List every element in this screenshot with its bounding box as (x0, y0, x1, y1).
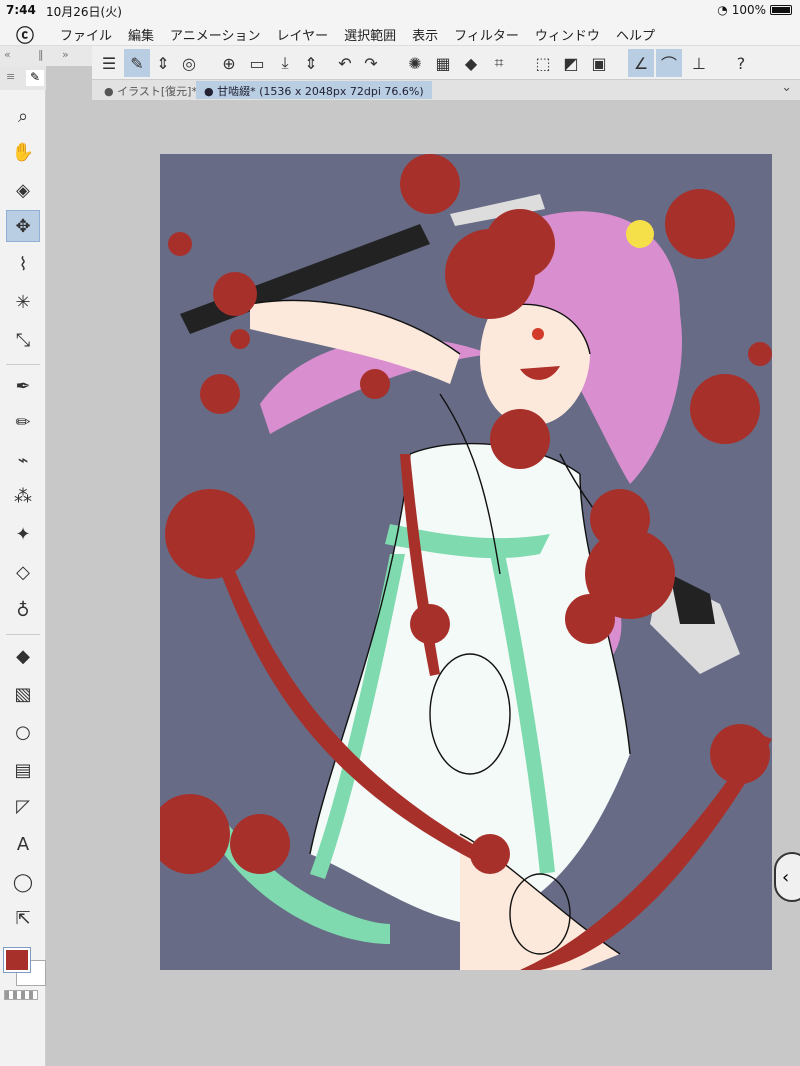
app-logo-icon[interactable]: ⓒ (16, 22, 34, 48)
eyedropper-icon[interactable]: ⤡ (6, 324, 40, 356)
transform-icon[interactable]: ⌗ (486, 49, 512, 77)
menu-animation[interactable]: アニメーション (170, 25, 260, 44)
drawing-canvas[interactable] (160, 154, 772, 970)
eye (532, 328, 544, 340)
gradient-icon[interactable]: ▧ (6, 678, 40, 710)
orientation-lock-icon: ◔ (717, 3, 728, 17)
layer-move-icon[interactable]: ◈ (6, 174, 40, 206)
clear-icon[interactable]: ▦ (430, 49, 456, 77)
pen-icon[interactable]: ✎ (26, 70, 44, 86)
object-icon[interactable]: ⇱ (6, 902, 40, 934)
lasso-icon[interactable]: ⌇ (6, 248, 40, 280)
status-bar: 7:44 10月26日(火) ◔ 100% (0, 0, 800, 20)
transparent-color-swatch[interactable] (4, 990, 38, 1000)
fill-icon[interactable]: ◆ (458, 49, 484, 77)
menu-bar: ⓒ ファイル 編集 アニメーション レイヤー 選択範囲 表示 フィルター ウィン… (0, 20, 800, 48)
tool-panel: ≡ ✎ ⌕ ✋ ◈ ✥ ⌇ ✳ ⤡ ✒ ✏ ⌁ ⁂ ✦ ◇ ♁ ◆ ▧ ○ ▤ … (0, 66, 46, 1066)
help-icon[interactable]: ? (728, 49, 754, 77)
eraser-icon[interactable]: ◇ (6, 556, 40, 588)
menu-help[interactable]: ヘルプ (616, 25, 655, 44)
battery-percent: 100% (731, 3, 766, 17)
side-panel-handle[interactable]: ‹ (774, 852, 800, 902)
magic-wand-icon[interactable]: ✳ (6, 286, 40, 318)
grip-icon[interactable]: ‖ (38, 48, 44, 61)
deselect-icon[interactable]: ⬚ (530, 49, 556, 77)
zoom-icon[interactable]: ⌕ (6, 100, 40, 132)
fill-icon[interactable]: ◆ (6, 640, 40, 672)
command-bar: ☰ ✎ ⇕ ◎ ⊕ ▭ ⤓ ⇕ ↶ ↷ ✺ ▦ ◆ ⌗ ⬚ ◩ ▣ ∠ ⌒ ⊥ … (92, 46, 800, 80)
loading-icon[interactable]: ✺ (402, 49, 428, 77)
artwork (160, 154, 772, 970)
chevron-updown-icon[interactable]: ⇕ (150, 49, 176, 77)
brush-icon[interactable]: ⌁ (6, 444, 40, 476)
airbrush-icon[interactable]: ⁂ (6, 480, 40, 512)
redo-icon[interactable]: ↷ (358, 49, 384, 77)
tab-active-canvas[interactable]: ● 甘啮綴* (1536 x 2048px 72dpi 76.6%) (196, 81, 432, 99)
save-icon[interactable]: ⤓ (272, 49, 298, 77)
menu-edit[interactable]: 編集 (128, 25, 154, 44)
grid-snap-icon[interactable]: ⊥ (686, 49, 712, 77)
menu-file[interactable]: ファイル (60, 25, 112, 44)
pencil-icon[interactable]: ✏ (6, 406, 40, 438)
clip-logo-icon[interactable]: ◎ (176, 49, 202, 77)
blend-icon[interactable]: ♁ (6, 594, 40, 626)
divider (6, 364, 40, 365)
balloon-icon[interactable]: ◯ (6, 866, 40, 898)
menu-filter[interactable]: フィルター (454, 25, 519, 44)
menu-icon[interactable]: ☰ (96, 49, 122, 77)
undo-icon[interactable]: ↶ (332, 49, 358, 77)
menu-selection[interactable]: 選択範囲 (344, 25, 396, 44)
expand-right-icon[interactable]: » (62, 48, 69, 61)
new-canvas-icon[interactable]: ⊕ (216, 49, 242, 77)
decoration-icon[interactable]: ✦ (6, 518, 40, 550)
ruler-icon[interactable]: ◸ (6, 790, 40, 822)
main-color-swatch[interactable] (4, 948, 30, 972)
ruler-snap-icon[interactable]: ∠ (628, 49, 654, 77)
text-icon[interactable]: A (6, 828, 40, 860)
special-ruler-snap-icon[interactable]: ⌒ (656, 49, 682, 77)
status-time: 7:44 (6, 3, 36, 17)
tool-panel-header: ≡ ✎ (0, 66, 46, 90)
flower (626, 220, 654, 248)
status-date: 10月26日(火) (46, 5, 122, 19)
canvas-tabs: ● イラスト[復元]* ● 甘啮綴* (1536 x 2048px 72dpi … (92, 80, 800, 100)
menu-view[interactable]: 表示 (412, 25, 438, 44)
canvas-area[interactable] (92, 100, 800, 1066)
menu-layer[interactable]: レイヤー (277, 25, 329, 44)
chevron-down-icon[interactable]: ⌄ (781, 80, 792, 95)
figure-icon[interactable]: ○ (6, 716, 40, 748)
selection-border-icon[interactable]: ▣ (586, 49, 612, 77)
chevron-updown-icon[interactable]: ⇕ (298, 49, 324, 77)
open-folder-icon[interactable]: ▭ (244, 49, 270, 77)
panel-header-strip: « ‖ » (0, 46, 92, 66)
invert-selection-icon[interactable]: ◩ (558, 49, 584, 77)
pen-icon[interactable]: ✒ (6, 370, 40, 402)
menu-window[interactable]: ウィンドウ (535, 25, 600, 44)
battery-icon (770, 5, 792, 15)
panel-menu-icon[interactable]: ≡ (6, 70, 15, 83)
edit-mode-icon[interactable]: ✎ (124, 49, 150, 77)
divider (6, 634, 40, 635)
frame-icon[interactable]: ▤ (6, 754, 40, 786)
tab-illustration[interactable]: ● イラスト[復元]* (96, 81, 205, 99)
hand-icon[interactable]: ✋ (6, 136, 40, 168)
collapse-left-icon[interactable]: « (4, 48, 11, 61)
move-icon[interactable]: ✥ (6, 210, 40, 242)
